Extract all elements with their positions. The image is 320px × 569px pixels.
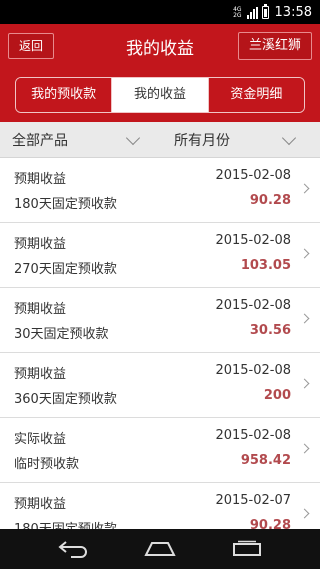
- earning-type: 预期收益: [14, 367, 67, 382]
- list-item[interactable]: 预期收益 270天固定预收款 2015-02-08 103.05: [0, 223, 320, 288]
- segmented-tabs: 我的预收款 我的收益 资金明细: [15, 77, 305, 113]
- status-time: 13:58: [274, 4, 312, 20]
- page-title: 我的收益: [126, 38, 194, 59]
- earning-amount: 103.05: [240, 258, 291, 273]
- list-item[interactable]: 预期收益 360天固定预收款 2015-02-08 200: [0, 353, 320, 418]
- product-name: 30天固定预收款: [14, 327, 109, 342]
- month-filter[interactable]: 所有月份: [160, 122, 320, 158]
- earning-date: 2015-02-07: [215, 493, 291, 508]
- tab-my-earnings[interactable]: 我的收益: [111, 78, 208, 112]
- chevron-down-icon: [125, 130, 141, 145]
- earnings-list: 预期收益 180天固定预收款 2015-02-08 90.28 预期收益 270…: [0, 158, 320, 548]
- chevron-down-icon: [281, 130, 297, 145]
- chevron-right-icon: [299, 248, 310, 259]
- product-name: 180天固定预收款: [14, 197, 117, 212]
- tab-fund-details[interactable]: 资金明细: [207, 78, 304, 112]
- chevron-right-icon: [299, 443, 310, 454]
- earning-amount: 200: [263, 388, 291, 403]
- status-bar: 4G 2G 13:58: [0, 0, 320, 24]
- chevron-right-icon: [299, 378, 310, 389]
- chevron-right-icon: [299, 183, 310, 194]
- app-header: 返回 我的收益 兰溪红狮: [0, 24, 320, 68]
- earning-amount: 90.28: [249, 193, 291, 208]
- brand-button[interactable]: 兰溪红狮: [237, 32, 312, 60]
- recent-apps-icon[interactable]: [231, 540, 263, 558]
- net-type-2g: 2G: [233, 12, 242, 19]
- earning-type: 预期收益: [14, 302, 67, 317]
- earning-date: 2015-02-08: [215, 168, 291, 183]
- back-button[interactable]: 返回: [8, 33, 55, 59]
- earning-amount: 30.56: [249, 323, 291, 338]
- product-name: 270天固定预收款: [14, 262, 117, 277]
- back-icon[interactable]: [57, 540, 89, 558]
- product-name: 360天固定预收款: [14, 392, 117, 407]
- earning-date: 2015-02-08: [215, 298, 291, 313]
- month-filter-label: 所有月份: [174, 132, 230, 149]
- battery-icon: [261, 4, 269, 19]
- earning-type: 预期收益: [14, 237, 67, 252]
- earning-date: 2015-02-08: [215, 233, 291, 248]
- earning-date: 2015-02-08: [215, 363, 291, 378]
- signal-icon: [246, 7, 258, 19]
- chevron-right-icon: [299, 508, 310, 519]
- earning-type: 预期收益: [14, 172, 67, 187]
- list-item[interactable]: 预期收益 30天固定预收款 2015-02-08 30.56: [0, 288, 320, 353]
- home-icon[interactable]: [143, 540, 177, 558]
- earning-date: 2015-02-08: [215, 428, 291, 443]
- product-filter[interactable]: 全部产品: [0, 122, 160, 158]
- list-item[interactable]: 预期收益 180天固定预收款 2015-02-08 90.28: [0, 158, 320, 223]
- tab-area: 我的预收款 我的收益 资金明细: [0, 68, 320, 122]
- product-filter-label: 全部产品: [12, 132, 68, 149]
- filter-bar: 全部产品 所有月份: [0, 122, 320, 158]
- chevron-right-icon: [299, 313, 310, 324]
- earning-type: 预期收益: [14, 497, 67, 512]
- product-name: 临时预收款: [14, 457, 80, 472]
- tab-my-prepayment[interactable]: 我的预收款: [16, 78, 112, 112]
- list-item[interactable]: 实际收益 临时预收款 2015-02-08 958.42: [0, 418, 320, 483]
- system-nav-bar: [0, 529, 320, 569]
- earning-type: 实际收益: [14, 432, 67, 447]
- signal-indicators: 4G 2G: [233, 4, 269, 19]
- earning-amount: 958.42: [240, 453, 291, 468]
